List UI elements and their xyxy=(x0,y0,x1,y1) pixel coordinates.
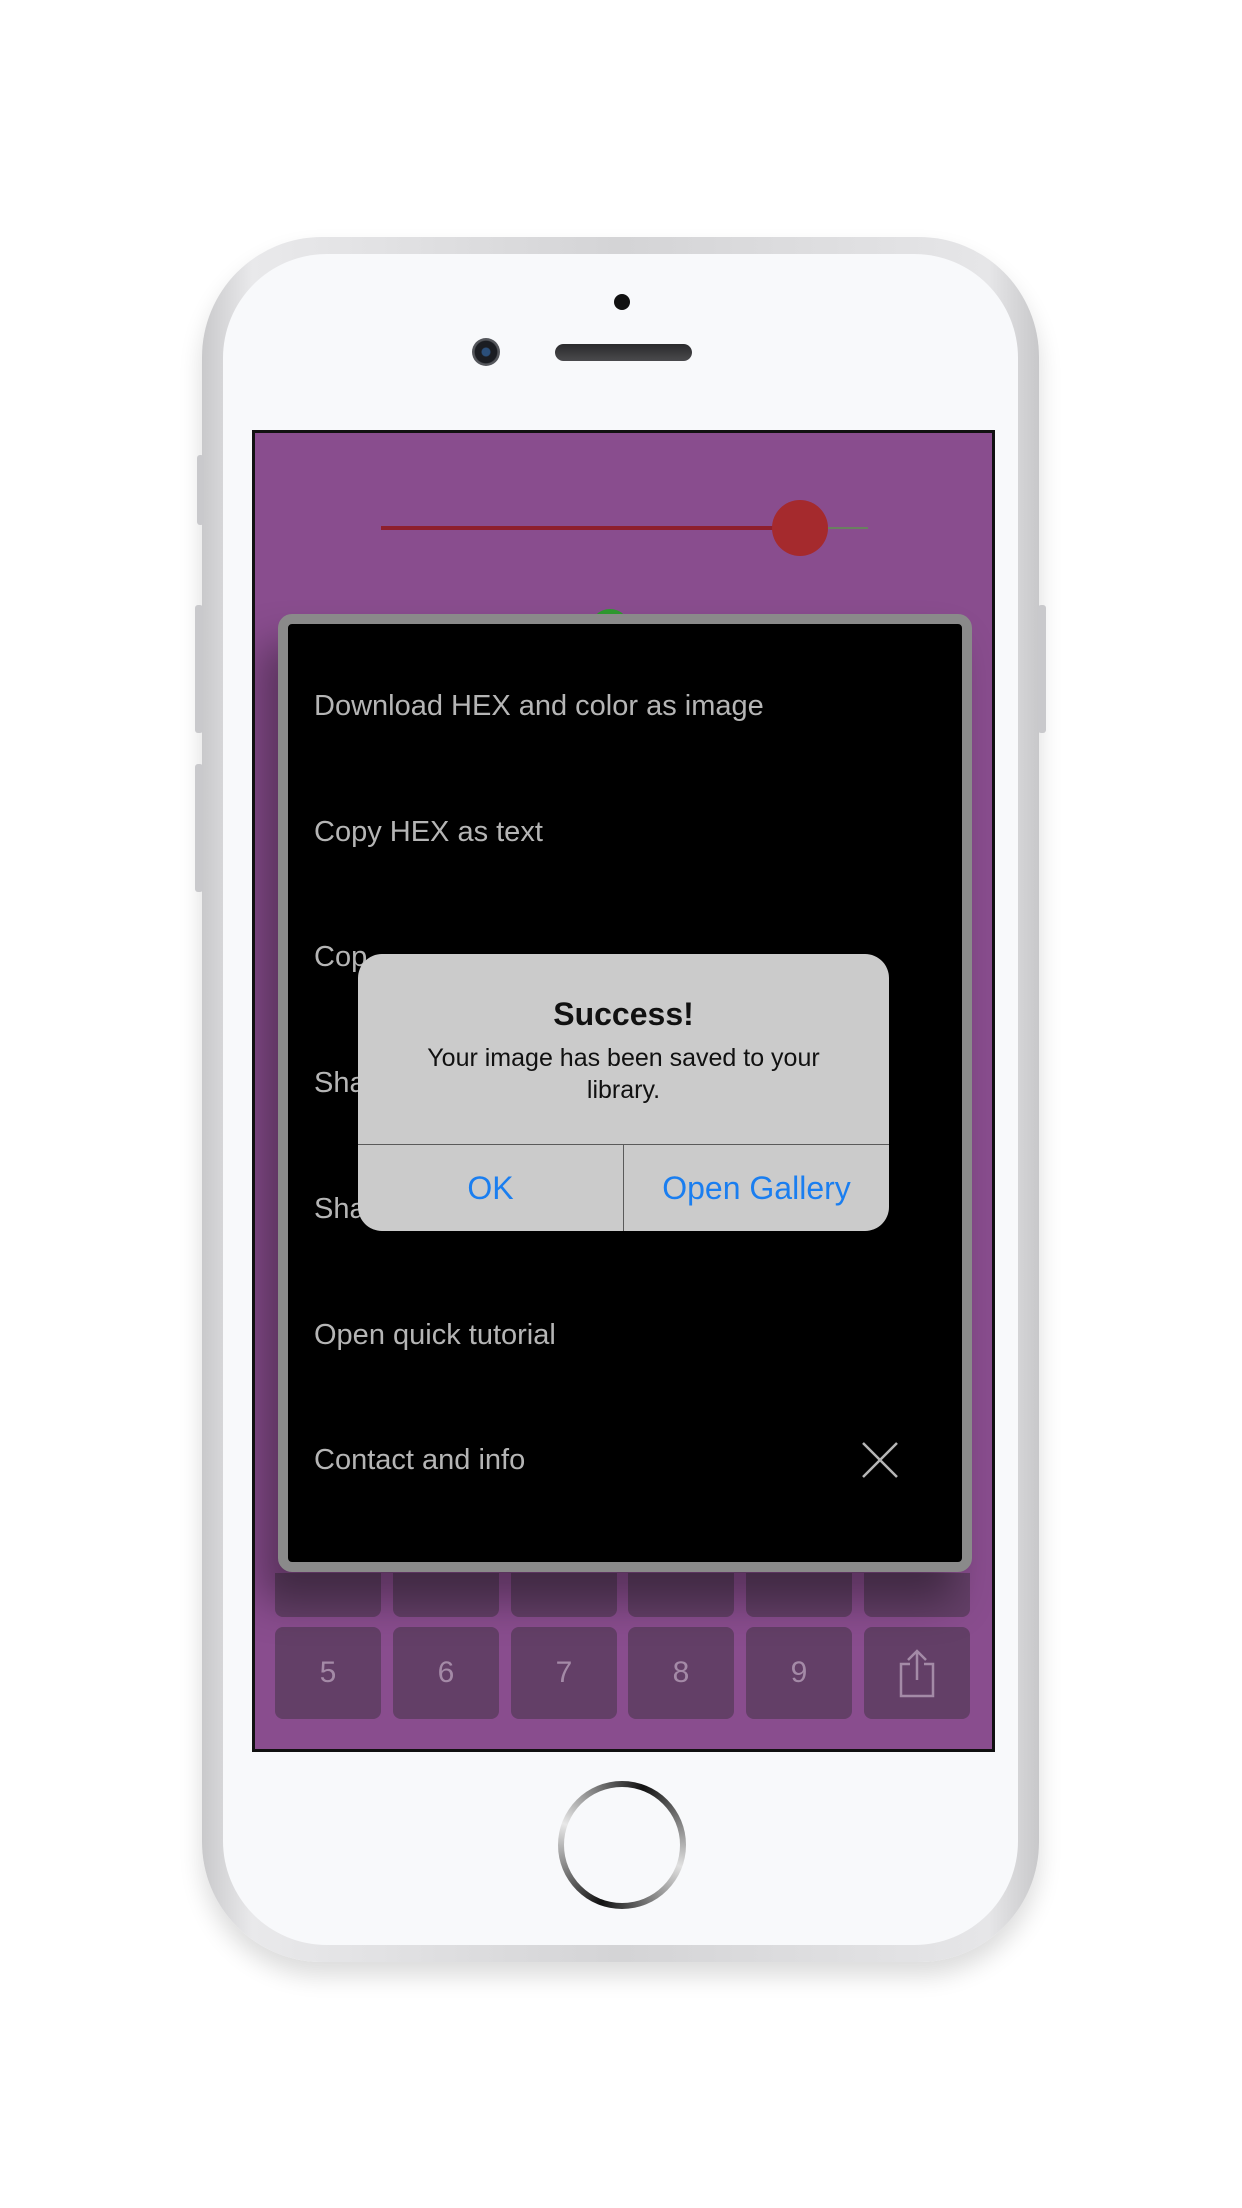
menu-item-contact-info[interactable]: Contact and info xyxy=(314,1444,525,1477)
keypad-key-hidden-2[interactable] xyxy=(393,1573,499,1617)
close-x-icon[interactable] xyxy=(860,1440,900,1480)
keypad-key-8[interactable]: 8 xyxy=(628,1627,734,1719)
share-button[interactable] xyxy=(864,1627,970,1719)
ok-button[interactable]: OK xyxy=(358,1145,623,1231)
menu-item-copy-hex[interactable]: Copy HEX as text xyxy=(314,816,543,849)
slider-track-filled xyxy=(381,526,795,530)
earpiece-speaker xyxy=(555,344,692,361)
keypad-key-5[interactable]: 5 xyxy=(275,1627,381,1719)
volume-down-button xyxy=(195,764,203,892)
volume-up-button xyxy=(195,605,203,733)
keypad-key-6[interactable]: 6 xyxy=(393,1627,499,1719)
share-icon xyxy=(899,1649,935,1698)
red-slider-thumb[interactable] xyxy=(772,500,828,556)
menu-item-tutorial[interactable]: Open quick tutorial xyxy=(314,1319,556,1352)
keypad-key-hidden-1[interactable] xyxy=(275,1573,381,1617)
menu-item-download-image[interactable]: Download HEX and color as image xyxy=(314,690,764,723)
open-gallery-button[interactable]: Open Gallery xyxy=(624,1145,889,1231)
keypad-key-hidden-5[interactable] xyxy=(746,1573,852,1617)
front-camera xyxy=(472,338,500,366)
keypad-key-hidden-4[interactable] xyxy=(628,1573,734,1617)
proximity-sensor xyxy=(614,294,630,310)
alert-title: Success! xyxy=(553,996,694,1032)
alert-message: Your image has been saved to your librar… xyxy=(427,1044,820,1104)
keypad-key-7[interactable]: 7 xyxy=(511,1627,617,1719)
success-alert: Success! Your image has been saved to yo… xyxy=(358,954,889,1231)
keypad-key-9[interactable]: 9 xyxy=(746,1627,852,1719)
keypad-key-hidden-3[interactable] xyxy=(511,1573,617,1617)
power-button xyxy=(1038,605,1046,733)
mute-switch xyxy=(197,455,204,525)
home-button[interactable] xyxy=(558,1781,686,1909)
keypad-key-hidden-6[interactable] xyxy=(864,1573,970,1617)
